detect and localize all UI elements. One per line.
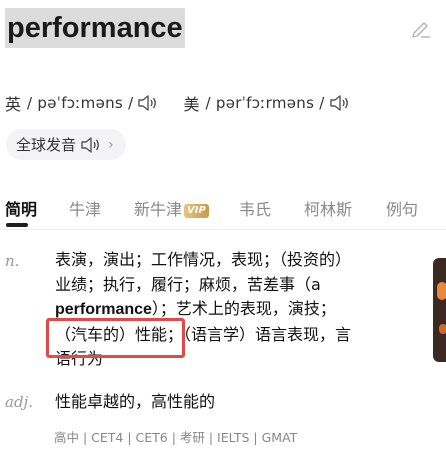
edit-icon[interactable] xyxy=(410,18,432,38)
pron-region-us: 美 xyxy=(183,95,200,114)
tab-collins[interactable]: 柯林斯 xyxy=(304,196,352,220)
headword[interactable]: performance xyxy=(5,8,185,48)
image-detail xyxy=(437,282,446,300)
vip-badge: VIP xyxy=(184,204,209,218)
definition-line: 业绩；执行，履行；麻烦，苦差事（a xyxy=(55,274,321,294)
tab-webster[interactable]: 韦氏 xyxy=(239,196,271,220)
divider xyxy=(0,229,446,230)
speaker-icon-us[interactable] xyxy=(329,94,349,112)
speaker-icon-uk[interactable] xyxy=(137,94,157,112)
speaker-icon xyxy=(81,136,99,153)
pos-adjective: adj. xyxy=(5,393,33,411)
definition-line: 表演，演出；工作情况，表现；（投资的） xyxy=(55,250,352,269)
tab-oxford[interactable]: 牛津 xyxy=(69,196,101,220)
tab-concise[interactable]: 简明 xyxy=(5,196,37,220)
word-header: performance xyxy=(0,0,446,70)
tab-new-oxford[interactable]: 新牛津 VIP xyxy=(134,196,209,220)
pron-region-uk: 英 xyxy=(5,95,22,114)
side-image-card[interactable] xyxy=(433,258,446,362)
image-detail xyxy=(439,324,446,334)
chevron-right-icon: › xyxy=(108,136,114,153)
tab-new-oxford-label: 新牛津 xyxy=(134,200,183,219)
exam-tags: 高中 | CET4 | CET6 | 考研 | IELTS | GMAT xyxy=(54,430,298,445)
definition-adjective: 性能卓越的，高性能的 xyxy=(55,392,216,411)
pos-noun: n. xyxy=(5,252,20,270)
global-pronunciation-button[interactable]: 全球发音 › xyxy=(6,129,126,160)
dictionary-tabs: 简明 牛津 新牛津 VIP 韦氏 柯林斯 例句 xyxy=(0,190,446,227)
pron-ipa-us: / pərˈfɔːrməns / xyxy=(205,94,325,112)
definition-english-term: performance xyxy=(55,301,152,318)
global-pronunciation-label: 全球发音 xyxy=(16,136,77,154)
pron-ipa-uk: / pəˈfɔːməns / xyxy=(27,94,134,112)
highlight-annotation-box xyxy=(46,318,185,358)
tab-examples[interactable]: 例句 xyxy=(386,196,418,220)
pronunciation-row: 英 / pəˈfɔːməns / 美 / pərˈfɔːrməns / xyxy=(5,90,375,116)
definition-line-rest: ）；艺术上的表现，演技； xyxy=(151,299,336,318)
active-tab-indicator xyxy=(6,223,28,227)
